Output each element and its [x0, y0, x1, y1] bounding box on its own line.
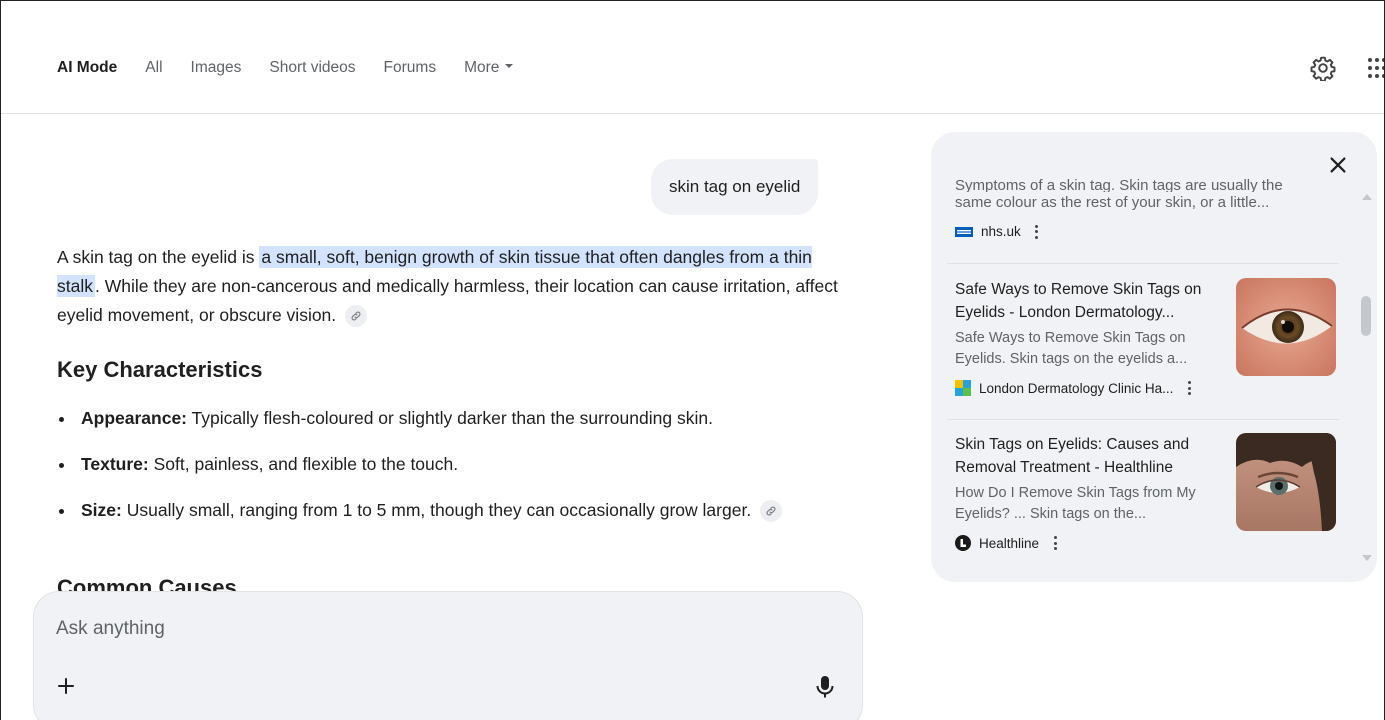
tab-more-label: More	[464, 59, 500, 76]
face-thumbnail-image[interactable]	[1236, 433, 1336, 531]
source-card-healthline[interactable]: Skin Tags on Eyelids: Causes and Removal…	[955, 433, 1345, 551]
characteristics-list: Appearance: Typically flesh-coloured or …	[57, 404, 817, 542]
tab-short-videos[interactable]: Short videos	[269, 59, 355, 77]
tab-forums[interactable]: Forums	[384, 59, 437, 77]
nhs-favicon-icon	[955, 226, 973, 237]
browser-frame: AI Mode All Images Short videos Forums M…	[0, 0, 1385, 720]
tab-images[interactable]: Images	[191, 59, 242, 77]
source-title[interactable]: Safe Ways to Remove Skin Tags on Eyelids…	[955, 278, 1235, 324]
source-row: nhs.uk	[955, 224, 1345, 239]
source-title[interactable]: Skin Tags on Eyelids: Causes and Removal…	[955, 433, 1235, 479]
bullet-text: Usually small, ranging from 1 to 5 mm, t…	[121, 500, 752, 520]
search-mode-tabs: AI Mode All Images Short videos Forums M…	[57, 59, 541, 77]
source-name: London Dermatology Clinic Ha...	[979, 380, 1174, 396]
microphone-icon[interactable]	[814, 674, 836, 700]
answer-intro: A skin tag on the eyelid is a small, sof…	[57, 243, 847, 330]
user-query-text: skin tag on eyelid	[669, 177, 801, 196]
divider	[947, 263, 1339, 264]
list-item: Size: Usually small, ranging from 1 to 5…	[57, 496, 817, 525]
tab-more[interactable]: More	[464, 59, 514, 77]
scrollbar-thumb[interactable]	[1361, 296, 1371, 336]
source-row: Healthline	[955, 535, 1345, 551]
source-row: London Dermatology Clinic Ha...	[955, 380, 1345, 396]
apps-grid-icon[interactable]	[1367, 57, 1385, 79]
source-snippet: How Do I Remove Skin Tags from My Eyelid…	[955, 485, 1196, 522]
answer-intro-post: . While they are non-cancerous and medic…	[57, 276, 838, 325]
more-options-icon[interactable]	[1035, 224, 1039, 239]
source-card-london-dermatology[interactable]: Safe Ways to Remove Skin Tags on Eyelids…	[955, 278, 1345, 396]
divider	[947, 419, 1339, 420]
source-card-nhs[interactable]: Symptoms of a skin tag. Skin tags are us…	[955, 176, 1345, 239]
caret-down-icon	[505, 63, 514, 68]
scroll-up-arrow-icon[interactable]	[1362, 194, 1372, 200]
bullet-term: Size:	[81, 500, 122, 520]
bullet-text: Soft, painless, and flexible to the touc…	[148, 454, 459, 474]
source-snippet: same colour as the rest of your skin, or…	[955, 194, 1270, 211]
list-item: Appearance: Typically flesh-coloured or …	[57, 404, 817, 433]
healthline-favicon-icon	[955, 535, 971, 551]
list-item: Texture: Soft, painless, and flexible to…	[57, 450, 817, 479]
top-navigation: AI Mode All Images Short videos Forums M…	[1, 1, 1385, 114]
gear-icon[interactable]	[1310, 55, 1336, 81]
link-icon	[766, 506, 776, 516]
source-name: nhs.uk	[981, 224, 1021, 239]
close-icon[interactable]	[1327, 154, 1349, 176]
link-icon	[351, 311, 361, 321]
tab-all[interactable]: All	[145, 59, 162, 77]
source-snippet: Safe Ways to Remove Skin Tags on Eyelids…	[955, 330, 1188, 367]
ask-box	[33, 591, 863, 720]
more-options-icon[interactable]	[1187, 381, 1191, 395]
section-heading: Key Characteristics	[57, 357, 263, 382]
ask-input[interactable]	[56, 614, 756, 644]
source-link-chip[interactable]	[345, 305, 368, 328]
tab-ai-mode[interactable]: AI Mode	[57, 59, 117, 77]
source-name: Healthline	[979, 535, 1040, 551]
sources-panel: Symptoms of a skin tag. Skin tags are us…	[931, 132, 1377, 582]
bullet-term: Texture:	[81, 454, 149, 474]
clipped-snippet: Symptoms of a skin tag. Skin tags are us…	[955, 178, 1283, 192]
clinic-favicon-icon	[955, 380, 971, 396]
plus-icon[interactable]	[54, 674, 78, 698]
bullet-text: Typically flesh-coloured or slightly dar…	[187, 408, 713, 428]
scroll-down-arrow-icon[interactable]	[1362, 555, 1372, 561]
bullet-term: Appearance:	[81, 408, 188, 428]
user-query-bubble: skin tag on eyelid	[651, 159, 819, 215]
eye-thumbnail-image[interactable]	[1236, 278, 1336, 376]
source-link-chip[interactable]	[760, 500, 783, 523]
more-options-icon[interactable]	[1053, 536, 1057, 550]
answer-intro-pre: A skin tag on the eyelid is	[57, 247, 260, 267]
